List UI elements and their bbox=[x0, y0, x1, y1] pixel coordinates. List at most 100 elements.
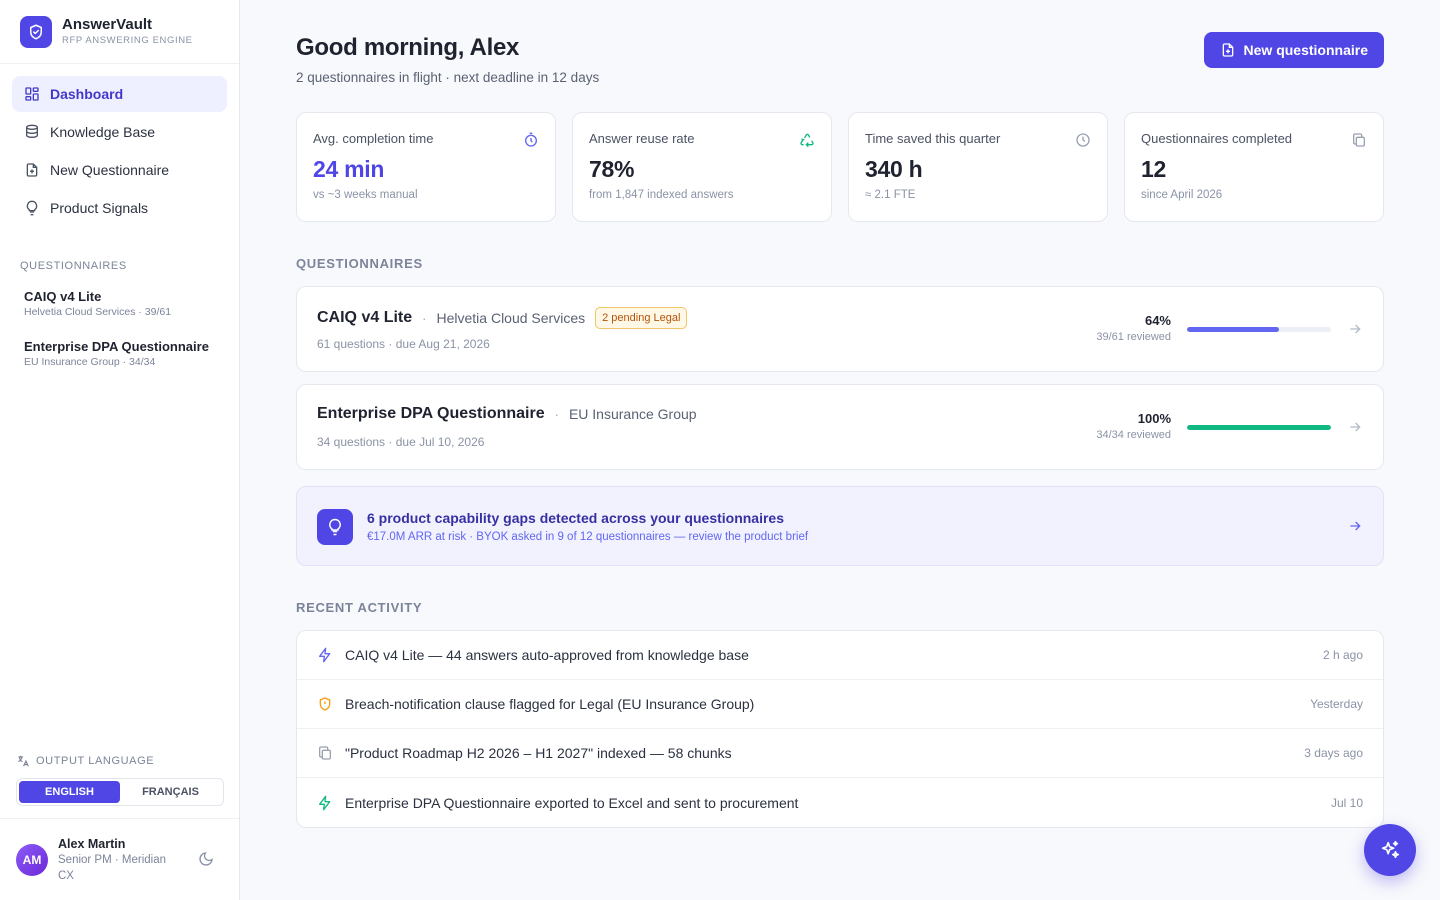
output-language-label: OUTPUT LANGUAGE bbox=[36, 755, 155, 767]
activity-time: 3 days ago bbox=[1304, 746, 1363, 760]
stat-note: ≈ 2.1 FTE bbox=[865, 189, 916, 201]
progress-percent: 100% bbox=[1137, 411, 1171, 426]
stat-note: from 1,847 indexed answers bbox=[589, 189, 734, 201]
questionnaire-card[interactable]: CAIQ v4 Lite · Helvetia Cloud Services 2… bbox=[296, 286, 1384, 372]
questionnaires-heading: QUESTIONNAIRES bbox=[296, 256, 423, 271]
arrow-right-icon bbox=[1347, 518, 1363, 534]
brand-name: AnswerVault bbox=[62, 15, 153, 33]
questionnaire-progress: 64% 39/61 reviewed bbox=[1096, 313, 1331, 345]
stat-card: Avg. completion time 24 min vs ~3 weeks … bbox=[296, 112, 556, 222]
recent-activity-heading: RECENT ACTIVITY bbox=[296, 600, 423, 615]
activity-row[interactable]: Breach-notification clause flagged for L… bbox=[297, 680, 1383, 729]
shield-alert-icon bbox=[317, 696, 333, 712]
stat-value: 24 min bbox=[313, 156, 385, 182]
nav-item-knowledge-base[interactable]: Knowledge Base bbox=[12, 114, 227, 150]
language-option-english[interactable]: ENGLISH bbox=[19, 781, 120, 803]
questionnaire-title: Enterprise DPA Questionnaire bbox=[317, 405, 545, 422]
nav-item-label: Knowledge Base bbox=[50, 124, 156, 140]
language-option-french[interactable]: FRANÇAIS bbox=[120, 781, 221, 803]
activity-time: Jul 10 bbox=[1330, 795, 1363, 810]
bolt-icon bbox=[317, 647, 333, 663]
activity-list: CAIQ v4 Lite — 44 answers auto-approved … bbox=[296, 630, 1384, 828]
new-questionnaire-button[interactable]: New questionnaire bbox=[1203, 32, 1384, 68]
stat-label: Answer reuse rate bbox=[589, 131, 695, 146]
activity-row[interactable]: CAIQ v4 Lite — 44 answers auto-approved … bbox=[297, 631, 1383, 680]
avatar[interactable]: AM bbox=[16, 843, 48, 876]
progress-bar-fill bbox=[1187, 326, 1280, 332]
ai-assistant-button[interactable] bbox=[1364, 824, 1416, 876]
copy-icon bbox=[317, 745, 333, 761]
sidebar-questionnaire-meta: EU Insurance Group · 34/34 bbox=[24, 356, 156, 368]
stat-value: 340 h bbox=[865, 156, 923, 182]
stopwatch-icon bbox=[523, 132, 539, 148]
user-name: Alex Martin bbox=[58, 836, 126, 851]
sidebar-questionnaire-item[interactable]: Enterprise DPA Questionnaire EU Insuranc… bbox=[0, 338, 239, 370]
shield-check-logo-icon bbox=[20, 15, 52, 48]
stat-value: 12 bbox=[1141, 156, 1166, 182]
brand[interactable]: AnswerVault RFP ANSWERING ENGINE bbox=[0, 0, 239, 64]
progress-reviewed: 39/61 reviewed bbox=[1096, 331, 1171, 343]
user-role: Senior PM · Meridian CX bbox=[58, 853, 167, 882]
activity-row[interactable]: "Product Roadmap H2 2026 – H1 2027" inde… bbox=[297, 729, 1383, 778]
database-icon bbox=[24, 124, 40, 140]
arrow-right-icon bbox=[1347, 419, 1363, 435]
sidebar-questionnaires-heading: QUESTIONNAIRES bbox=[20, 260, 127, 272]
activity-time: Yesterday bbox=[1310, 697, 1363, 711]
progress-reviewed: 34/34 reviewed bbox=[1096, 429, 1171, 441]
questionnaire-client: EU Insurance Group bbox=[568, 406, 697, 422]
page-title: Good morning, Alex bbox=[296, 34, 520, 61]
questionnaire-meta: 34 questions · due Jul 10, 2026 bbox=[317, 435, 485, 449]
gaps-title: 6 product capability gaps detected acros… bbox=[367, 510, 785, 526]
stat-card: Answer reuse rate 78% from 1,847 indexed… bbox=[572, 112, 832, 222]
stat-value: 78% bbox=[589, 156, 635, 182]
page-subtitle: 2 questionnaires in flight · next deadli… bbox=[296, 70, 600, 85]
lightbulb-icon bbox=[317, 509, 353, 545]
stat-note: since April 2026 bbox=[1141, 189, 1223, 201]
file-plus-icon bbox=[1220, 42, 1236, 58]
stat-label: Avg. completion time bbox=[313, 131, 434, 146]
moon-icon[interactable] bbox=[198, 851, 216, 869]
sidebar-questionnaire-item[interactable]: CAIQ v4 Lite Helvetia Cloud Services · 3… bbox=[0, 288, 239, 320]
activity-text: CAIQ v4 Lite — 44 answers auto-approved … bbox=[345, 647, 749, 663]
questionnaire-progress: 100% 34/34 reviewed bbox=[1096, 411, 1331, 443]
clock-icon bbox=[1075, 132, 1091, 148]
sidebar-questionnaire-title: Enterprise DPA Questionnaire bbox=[24, 339, 209, 354]
stats-row: Avg. completion time 24 min vs ~3 weeks … bbox=[296, 112, 1384, 222]
capability-gaps-banner[interactable]: 6 product capability gaps detected acros… bbox=[296, 486, 1384, 566]
stat-note: vs ~3 weeks manual bbox=[313, 189, 418, 201]
stat-label: Questionnaires completed bbox=[1141, 131, 1293, 146]
progress-percent: 64% bbox=[1144, 313, 1171, 328]
stat-label: Time saved this quarter bbox=[865, 131, 1001, 146]
file-plus-icon bbox=[24, 162, 40, 178]
nav-item-dashboard[interactable]: Dashboard bbox=[12, 76, 227, 112]
sidebar: AnswerVault RFP ANSWERING ENGINE Dashboa… bbox=[0, 0, 240, 900]
separator-dot: · bbox=[422, 310, 427, 326]
activity-text: "Product Roadmap H2 2026 – H1 2027" inde… bbox=[345, 745, 732, 761]
separator-dot: · bbox=[554, 406, 559, 422]
progress-bar-fill bbox=[1187, 424, 1331, 430]
activity-row[interactable]: Enterprise DPA Questionnaire exported to… bbox=[297, 778, 1383, 827]
activity-text: Breach-notification clause flagged for L… bbox=[345, 696, 755, 712]
progress-bar bbox=[1187, 424, 1331, 430]
questionnaire-client: Helvetia Cloud Services bbox=[436, 310, 586, 326]
nav-item-new-questionnaire[interactable]: New Questionnaire bbox=[12, 152, 227, 188]
sidebar-questionnaire-title: CAIQ v4 Lite bbox=[24, 289, 102, 304]
stat-card: Time saved this quarter 340 h ≈ 2.1 FTE bbox=[848, 112, 1108, 222]
nav-item-product-signals[interactable]: Product Signals bbox=[12, 190, 227, 226]
new-questionnaire-label: New questionnaire bbox=[1243, 42, 1368, 58]
stat-card: Questionnaires completed 12 since April … bbox=[1124, 112, 1384, 222]
questionnaire-meta: 61 questions · due Aug 21, 2026 bbox=[317, 337, 490, 351]
lightbulb-icon bbox=[24, 200, 40, 216]
recycle-icon bbox=[799, 132, 815, 148]
nav-item-label: New Questionnaire bbox=[50, 162, 170, 178]
questionnaire-title: CAIQ v4 Lite bbox=[317, 309, 413, 326]
user-profile: AM Alex Martin Senior PM · Meridian CX bbox=[0, 818, 239, 900]
activity-time: 2 h ago bbox=[1322, 648, 1363, 662]
dashboard-icon bbox=[24, 86, 40, 102]
questionnaire-card[interactable]: Enterprise DPA Questionnaire · EU Insura… bbox=[296, 384, 1384, 470]
brand-tagline: RFP ANSWERING ENGINE bbox=[62, 34, 193, 46]
gaps-subtitle: €17.0M ARR at risk · BYOK asked in 9 of … bbox=[367, 531, 809, 543]
language-toggle: ENGLISH FRANÇAIS bbox=[16, 778, 224, 806]
sparkles-icon bbox=[1379, 839, 1401, 861]
translate-icon bbox=[16, 754, 30, 768]
